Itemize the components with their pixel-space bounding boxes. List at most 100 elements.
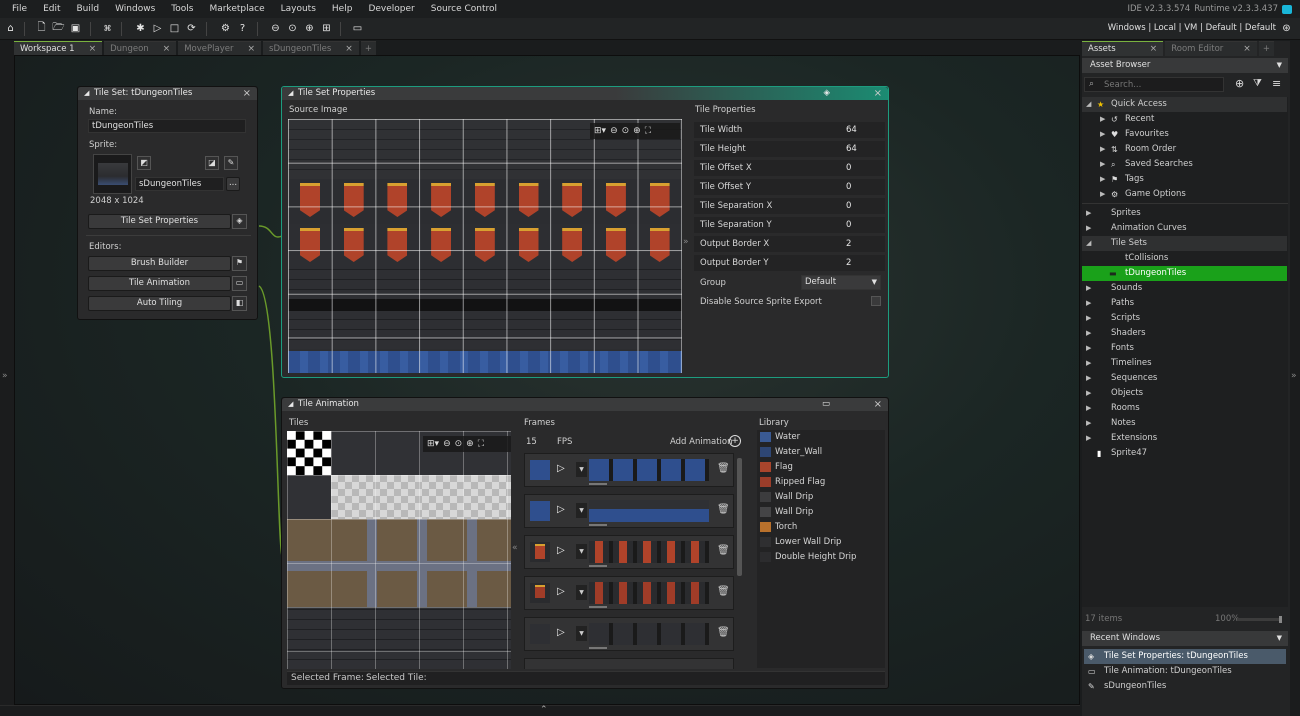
- tree-fonts[interactable]: ▶ Fonts: [1082, 341, 1287, 356]
- name-field[interactable]: tDungeonTiles: [88, 119, 246, 133]
- frame-strip[interactable]: [589, 582, 709, 604]
- new-project-icon[interactable]: 🗋: [34, 21, 49, 36]
- debug-icon[interactable]: ✱: [133, 21, 148, 36]
- chevron-down-icon[interactable]: ▼: [576, 585, 587, 600]
- menu-edit[interactable]: Edit: [35, 4, 68, 14]
- play-icon[interactable]: ▷: [557, 545, 565, 556]
- runtime-feed-icon[interactable]: [1282, 4, 1292, 14]
- add-animation-plus-icon[interactable]: +: [729, 435, 741, 447]
- tree-scripts[interactable]: ▶ Scripts: [1082, 311, 1287, 326]
- prop-output-border-x[interactable]: Output Border X2: [694, 236, 885, 253]
- animation-thumbnail[interactable]: [530, 460, 550, 480]
- preferences-gear-icon[interactable]: ⚙: [218, 21, 233, 36]
- fullscreen-icon[interactable]: ⛶: [645, 126, 651, 136]
- tab-workspace-1[interactable]: Workspace 1 ×: [14, 41, 103, 55]
- add-asset-icon[interactable]: ⊕: [1235, 77, 1244, 90]
- zoom-in-icon[interactable]: ⊕: [633, 126, 641, 136]
- close-icon[interactable]: ×: [163, 44, 171, 54]
- menu-help[interactable]: Help: [324, 4, 361, 14]
- close-icon[interactable]: ×: [243, 87, 251, 100]
- open-project-icon[interactable]: 🗁: [51, 21, 66, 36]
- tile-animation-button[interactable]: Tile Animation: [88, 276, 231, 291]
- tree-notes[interactable]: ▶ Notes: [1082, 416, 1287, 431]
- tree-tile-sets[interactable]: ◢ Tile Sets: [1082, 236, 1287, 251]
- auto-tiling-button[interactable]: Auto Tiling: [88, 296, 231, 311]
- tab-assets[interactable]: Assets ×: [1082, 41, 1164, 56]
- prop-tile-separation-x[interactable]: Tile Separation X0: [694, 198, 885, 215]
- animation-row[interactable]: ▷ ▼ 🗑: [524, 453, 734, 487]
- play-icon[interactable]: ▷: [557, 586, 565, 597]
- recent-item-sprite[interactable]: ✎ sDungeonTiles: [1084, 679, 1286, 694]
- grid-icon[interactable]: ⊞▾: [594, 126, 606, 136]
- trash-icon[interactable]: 🗑: [717, 586, 730, 597]
- tree-recent[interactable]: ▶ ↺ Recent: [1082, 112, 1287, 127]
- trash-icon[interactable]: 🗑: [717, 545, 730, 556]
- chevron-down-icon[interactable]: ▼: [576, 544, 587, 559]
- add-animation-label[interactable]: Add Animation: [670, 437, 733, 447]
- save-project-icon[interactable]: ▣: [68, 21, 83, 36]
- tab-dungeon[interactable]: Dungeon ×: [104, 41, 177, 55]
- library-item-ripped-flag[interactable]: Ripped Flag: [760, 475, 885, 490]
- tree-room-order[interactable]: ▶ ⇅ Room Order: [1082, 142, 1287, 157]
- help-icon[interactable]: ?: [235, 21, 250, 36]
- close-icon[interactable]: ×: [89, 44, 97, 54]
- frame-strip[interactable]: [589, 541, 709, 563]
- tree-saved-searches[interactable]: ▶ ⌕ Saved Searches: [1082, 157, 1287, 172]
- tab-moveplayer[interactable]: MovePlayer ×: [178, 41, 262, 55]
- menu-developer[interactable]: Developer: [360, 4, 422, 14]
- tree-favourites[interactable]: ▶ ♥ Favourites: [1082, 127, 1287, 142]
- close-icon[interactable]: ×: [874, 398, 882, 411]
- close-icon[interactable]: ×: [1150, 44, 1158, 54]
- target-settings-icon[interactable]: ⊛: [1279, 21, 1294, 36]
- sprite-browse-button[interactable]: ...: [226, 177, 240, 191]
- expand-right-icon[interactable]: »: [1291, 371, 1297, 381]
- zoom-reset-icon[interactable]: ⊙: [622, 126, 630, 136]
- library-item-water[interactable]: Water: [760, 430, 885, 445]
- recent-item-animation[interactable]: ▭ Tile Animation: tDungeonTiles: [1084, 664, 1286, 679]
- link-icon[interactable]: ◈: [823, 87, 830, 100]
- library-item-double-height-drip[interactable]: Double Height Drip: [760, 550, 885, 565]
- tab-room-editor[interactable]: Room Editor ×: [1165, 41, 1257, 56]
- run-icon[interactable]: ▷: [150, 21, 165, 36]
- zoom-reset-icon[interactable]: ⊙: [285, 21, 300, 36]
- animation-row[interactable]: ▷ ▼ 🗑: [524, 617, 734, 651]
- play-icon[interactable]: ▷: [557, 627, 565, 638]
- properties-panel-title[interactable]: ◢ Tile Set Properties ◈ ×: [282, 87, 888, 100]
- disable-export-checkbox[interactable]: [871, 296, 881, 306]
- animation-thumbnail[interactable]: [530, 501, 550, 521]
- animation-thumbnail[interactable]: [530, 542, 550, 562]
- menu-windows[interactable]: Windows: [107, 4, 163, 14]
- home-icon[interactable]: ⌂: [3, 21, 18, 36]
- recent-item-properties[interactable]: ◈ Tile Set Properties: tDungeonTiles: [1084, 649, 1286, 664]
- close-icon[interactable]: ×: [345, 44, 353, 54]
- menu-layouts[interactable]: Layouts: [273, 4, 324, 14]
- tree-shaders[interactable]: ▶ Shaders: [1082, 326, 1287, 341]
- library-item-wall-drip-2[interactable]: Wall Drip: [760, 505, 885, 520]
- tree-sprites[interactable]: ▶ Sprites: [1082, 206, 1287, 221]
- zoom-out-icon[interactable]: ⊖: [443, 439, 451, 449]
- close-icon[interactable]: ×: [247, 44, 255, 54]
- tileset-panel-title[interactable]: ◢ Tile Set: tDungeonTiles ×: [78, 87, 257, 100]
- create-executable-icon[interactable]: ⟳: [184, 21, 199, 36]
- tree-tcollisions[interactable]: tCollisions: [1082, 251, 1287, 266]
- expand-left-icon[interactable]: »: [2, 371, 8, 381]
- prop-tile-separation-y[interactable]: Tile Separation Y0: [694, 217, 885, 234]
- hamburger-menu-icon[interactable]: ≡: [1272, 77, 1281, 90]
- zoom-in-icon[interactable]: ⊕: [466, 439, 474, 449]
- display-icon[interactable]: ▭: [350, 21, 365, 36]
- expand-output-icon[interactable]: ⌃: [540, 705, 548, 715]
- frame-strip[interactable]: [589, 459, 709, 481]
- stop-icon[interactable]: □: [167, 21, 182, 36]
- chevron-down-icon[interactable]: ▼: [576, 626, 587, 641]
- frame-strip[interactable]: [589, 500, 709, 522]
- close-icon[interactable]: ×: [874, 87, 882, 100]
- source-image[interactable]: ⊞▾ ⊖ ⊙ ⊕ ⛶: [288, 119, 682, 373]
- play-icon[interactable]: ▷: [557, 504, 565, 515]
- tree-game-options[interactable]: ▶ ⚙ Game Options: [1082, 187, 1287, 202]
- grid-icon[interactable]: ⊞▾: [427, 439, 439, 449]
- animation-row[interactable]: ▷ ▼ 🗑: [524, 535, 734, 569]
- add-tab-button[interactable]: +: [360, 41, 376, 55]
- menu-file[interactable]: File: [4, 4, 35, 14]
- menu-tools[interactable]: Tools: [163, 4, 201, 14]
- sprite-paint-icon[interactable]: ✎: [224, 156, 238, 170]
